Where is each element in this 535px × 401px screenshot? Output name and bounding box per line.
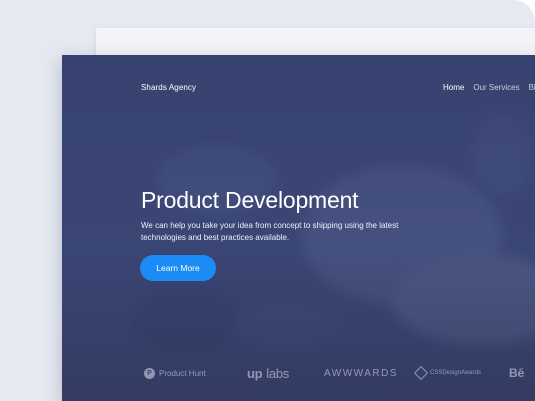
nav-item-blog[interactable]: Bl	[529, 83, 535, 92]
behance-logo: Bē	[509, 366, 525, 380]
brand-logo[interactable]: Shards Agency	[141, 83, 196, 92]
uplabs-label-a: up	[247, 365, 263, 381]
css-design-awards-label: CSSDesignAwards	[430, 370, 481, 376]
css-design-awards-icon	[413, 365, 429, 381]
top-nav: Home Our Services Bl	[443, 83, 535, 92]
partner-logos: P Product Hunt up labs AWWWARDS CSSDesign…	[144, 365, 535, 381]
awwwards-logo: AWWWARDS	[324, 367, 399, 379]
uplabs-label-b: labs	[266, 365, 289, 381]
uplabs-logo: up labs	[247, 366, 289, 381]
nav-item-home[interactable]: Home	[443, 83, 464, 92]
product-hunt-logo: P Product Hunt	[144, 367, 206, 379]
product-hunt-icon: P	[144, 367, 155, 379]
website-preview: Shards Agency Home Our Services Bl Produ…	[62, 55, 535, 401]
product-hunt-label: Product Hunt	[159, 368, 206, 378]
learn-more-button[interactable]: Learn More	[140, 255, 216, 281]
nav-item-services[interactable]: Our Services	[473, 83, 519, 92]
hero-subtitle: We can help you take your idea from conc…	[141, 221, 399, 242]
css-design-awards-logo: CSSDesignAwards	[413, 365, 481, 381]
hero-title: Product Development	[141, 187, 359, 213]
